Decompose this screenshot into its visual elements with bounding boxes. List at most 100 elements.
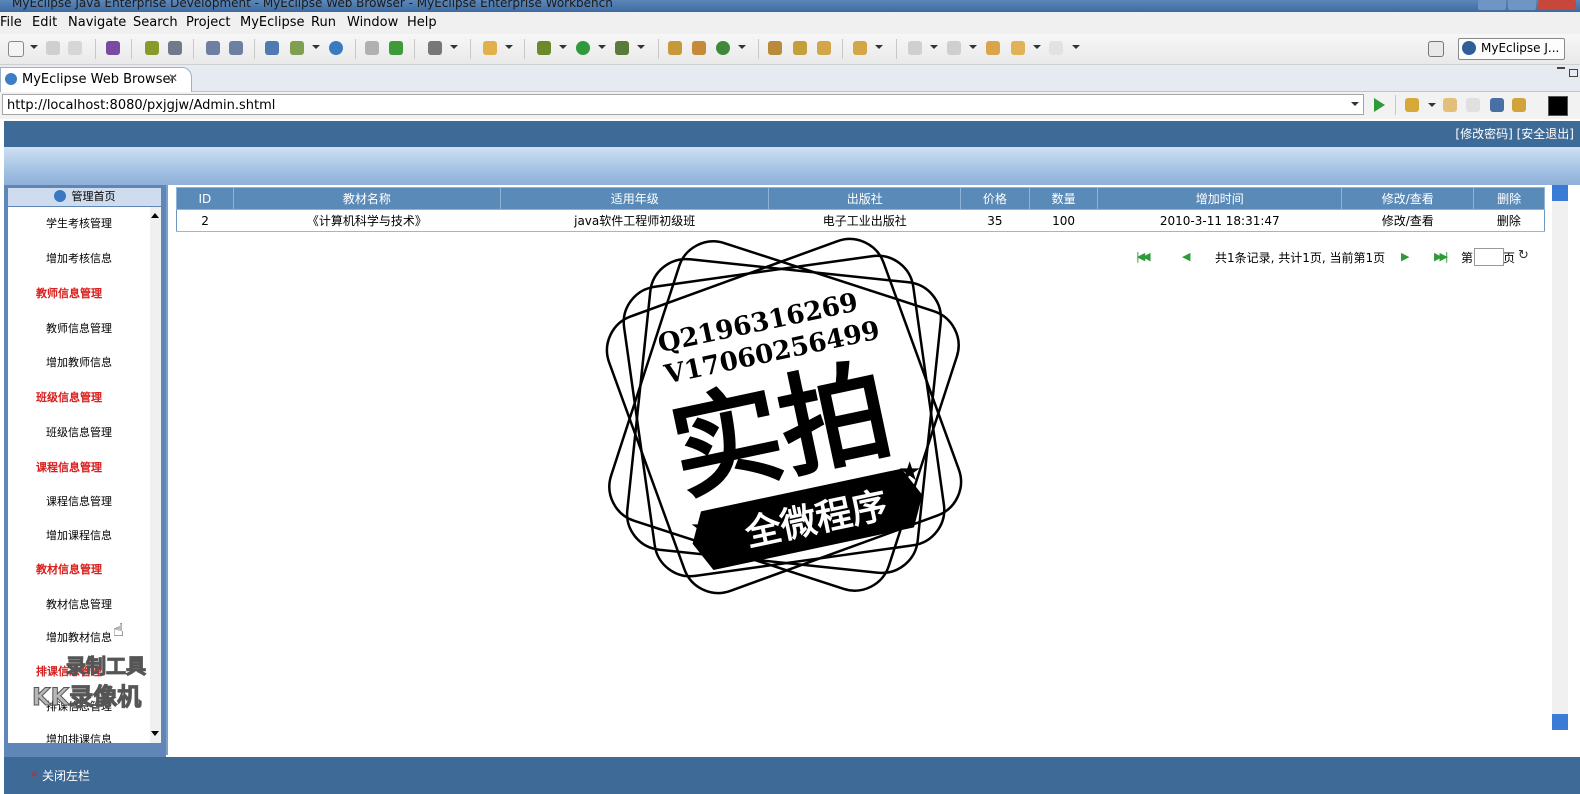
url-history-dropdown-icon[interactable]	[1351, 102, 1359, 106]
new-java-dropdown-icon[interactable]	[505, 45, 513, 49]
new-wizard-icon[interactable]	[716, 41, 730, 55]
pencil-icon[interactable]	[793, 41, 807, 55]
globe-icon[interactable]	[329, 41, 343, 55]
menu-edit[interactable]: Edit	[32, 15, 57, 30]
menu-project[interactable]: Project	[186, 15, 230, 30]
browser-extra-icon[interactable]	[1548, 96, 1568, 116]
new-dropdown-icon[interactable]	[30, 45, 38, 49]
sidebar-item[interactable]: 增加考核信息	[8, 250, 150, 266]
last-page-icon[interactable]: ▶▶|	[1434, 250, 1449, 263]
folder-icon[interactable]	[817, 41, 831, 55]
close-button[interactable]	[1538, 0, 1576, 10]
open-type-icon[interactable]	[106, 41, 120, 55]
sidebar-item[interactable]: 学生考核管理	[8, 215, 150, 231]
menu-navigate[interactable]: Navigate	[68, 15, 126, 30]
browser-wizard-icon[interactable]	[229, 41, 243, 55]
close-sidebar-link[interactable]: 关闭左栏	[42, 767, 90, 784]
sidebar-item[interactable]: 增加课程信息	[8, 527, 150, 543]
minimize-button[interactable]	[1478, 0, 1506, 10]
menu-search[interactable]: Search	[133, 15, 178, 30]
sidebar-home[interactable]: 管理首页	[8, 188, 161, 206]
run-server-dropdown-icon[interactable]	[312, 45, 320, 49]
open-folder-dropdown-icon[interactable]	[875, 45, 883, 49]
maximize-view-icon[interactable]	[1569, 69, 1578, 77]
page-scrollbar[interactable]	[1552, 185, 1568, 730]
first-page-icon[interactable]: |◀◀	[1136, 250, 1151, 263]
go-page-icon[interactable]: ↻	[1518, 248, 1529, 263]
new-wizard-dropdown-icon[interactable]	[738, 45, 746, 49]
page-scroll-up-icon[interactable]	[1552, 185, 1568, 201]
open-project-icon[interactable]	[768, 41, 782, 55]
prev-annotation-dropdown-icon[interactable]	[969, 45, 977, 49]
forward-icon[interactable]	[1049, 41, 1063, 55]
sidebar-category[interactable]: 教师信息管理	[8, 285, 140, 301]
menu-help[interactable]: Help	[407, 15, 437, 30]
sidebar-item[interactable]: 增加教师信息	[8, 354, 150, 370]
menu-myeclipse[interactable]: MyEclipse	[240, 15, 305, 30]
browser-back-icon[interactable]	[1443, 98, 1457, 112]
prev-annotation-icon[interactable]	[947, 41, 961, 55]
menu-run[interactable]: Run	[311, 15, 336, 30]
run-server-icon[interactable]	[290, 41, 304, 55]
save-icon[interactable]	[46, 41, 60, 55]
delete-link[interactable]: 删除	[1473, 209, 1545, 232]
maximize-button[interactable]	[1508, 0, 1536, 10]
favorites-dropdown-icon[interactable]	[1428, 103, 1436, 107]
menu-window[interactable]: Window	[347, 15, 398, 30]
go-icon[interactable]	[1374, 98, 1385, 112]
next-annotation-icon[interactable]	[908, 41, 922, 55]
new-package-icon[interactable]	[668, 41, 682, 55]
stop-icon[interactable]	[1490, 98, 1504, 112]
sidebar-item[interactable]: 增加教材信息	[8, 629, 150, 645]
sidebar-item[interactable]: 课程信息管理	[8, 493, 150, 509]
refresh-icon[interactable]	[1512, 98, 1526, 112]
external-tools-dropdown-icon[interactable]	[637, 45, 645, 49]
sidebar-category[interactable]: 班级信息管理	[8, 389, 140, 405]
url-input[interactable]: http://localhost:8080/pxjgjw/Admin.shtml	[2, 94, 1364, 115]
sidebar-item[interactable]: 增加排课信息	[8, 731, 150, 743]
debug-icon[interactable]	[537, 41, 551, 55]
print-icon[interactable]	[68, 41, 82, 55]
logout-link[interactable]: [安全退出]	[1517, 127, 1574, 141]
last-edit-icon[interactable]	[986, 41, 1000, 55]
open-file-icon[interactable]	[365, 41, 379, 55]
server-icon[interactable]	[168, 41, 182, 55]
new-java-icon[interactable]	[483, 41, 497, 55]
next-annotation-dropdown-icon[interactable]	[930, 45, 938, 49]
run-dropdown-icon[interactable]	[598, 45, 606, 49]
tab-web-browser[interactable]: MyEclipse Web Browser ✕	[0, 67, 192, 92]
wizard-icon[interactable]	[206, 41, 220, 55]
back-dropdown-icon[interactable]	[1033, 45, 1041, 49]
scroll-down-icon[interactable]	[151, 731, 159, 736]
deploy-icon[interactable]	[265, 41, 279, 55]
back-icon[interactable]	[1011, 41, 1025, 55]
sidebar-item[interactable]: 班级信息管理	[8, 424, 150, 440]
favorites-icon[interactable]	[1405, 98, 1419, 112]
page-number-input[interactable]	[1474, 248, 1504, 266]
debug-dropdown-icon[interactable]	[559, 45, 567, 49]
open-folder-icon[interactable]	[853, 41, 867, 55]
add-resource-icon[interactable]	[389, 41, 403, 55]
new-icon[interactable]	[8, 41, 24, 57]
sidebar-category[interactable]: 课程信息管理	[8, 459, 140, 475]
next-page-icon[interactable]: ▶	[1401, 250, 1409, 263]
sidebar-category[interactable]: 教材信息管理	[8, 561, 140, 577]
edit-view-link[interactable]: 修改/查看	[1341, 209, 1474, 232]
close-sidebar-icon[interactable]: ×	[30, 769, 38, 780]
external-tools-icon[interactable]	[615, 41, 629, 55]
sidebar-item[interactable]: 教材信息管理	[8, 596, 150, 612]
perspective-button[interactable]: MyEclipse J...	[1458, 38, 1565, 60]
minimize-view-icon[interactable]	[1557, 67, 1565, 69]
page-scroll-down-icon[interactable]	[1552, 714, 1568, 730]
menu-file[interactable]: File	[0, 15, 22, 30]
browser-forward-icon[interactable]	[1466, 98, 1480, 112]
new-class-icon[interactable]	[692, 41, 706, 55]
camera-icon[interactable]	[428, 41, 442, 55]
scroll-up-icon[interactable]	[151, 213, 159, 218]
change-password-link[interactable]: [修改密码]	[1455, 127, 1512, 141]
sidebar-item[interactable]: 教师信息管理	[8, 320, 150, 336]
prev-page-icon[interactable]: ◀	[1182, 250, 1190, 263]
debug-config-icon[interactable]	[145, 41, 159, 55]
camera-dropdown-icon[interactable]	[450, 45, 458, 49]
open-perspective-icon[interactable]	[1428, 41, 1444, 57]
